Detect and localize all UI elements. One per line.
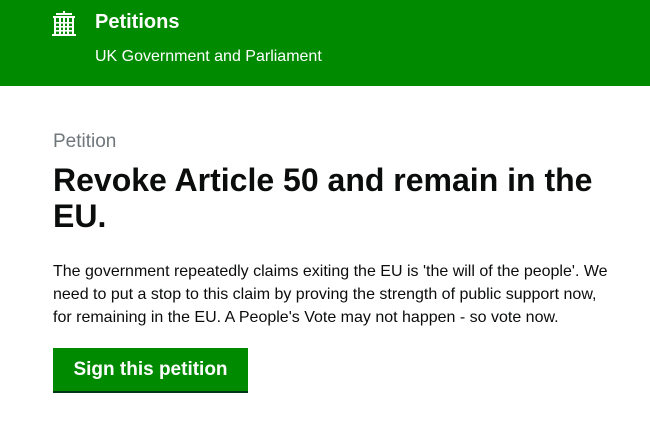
petition-title: Revoke Article 50 and remain in the EU. (53, 162, 593, 234)
site-header: Petitions UK Government and Parliament (0, 0, 650, 86)
sign-petition-button[interactable]: Sign this petition (53, 348, 248, 391)
site-title-link[interactable]: Petitions (95, 10, 179, 34)
petition-description: The government repeatedly claims exiting… (53, 263, 608, 326)
petition-content: Petition Revoke Article 50 and remain in… (53, 129, 613, 329)
portcullis-icon (52, 11, 76, 36)
petition-caption: Petition (53, 131, 117, 152)
site-subtitle: UK Government and Parliament (95, 48, 322, 65)
